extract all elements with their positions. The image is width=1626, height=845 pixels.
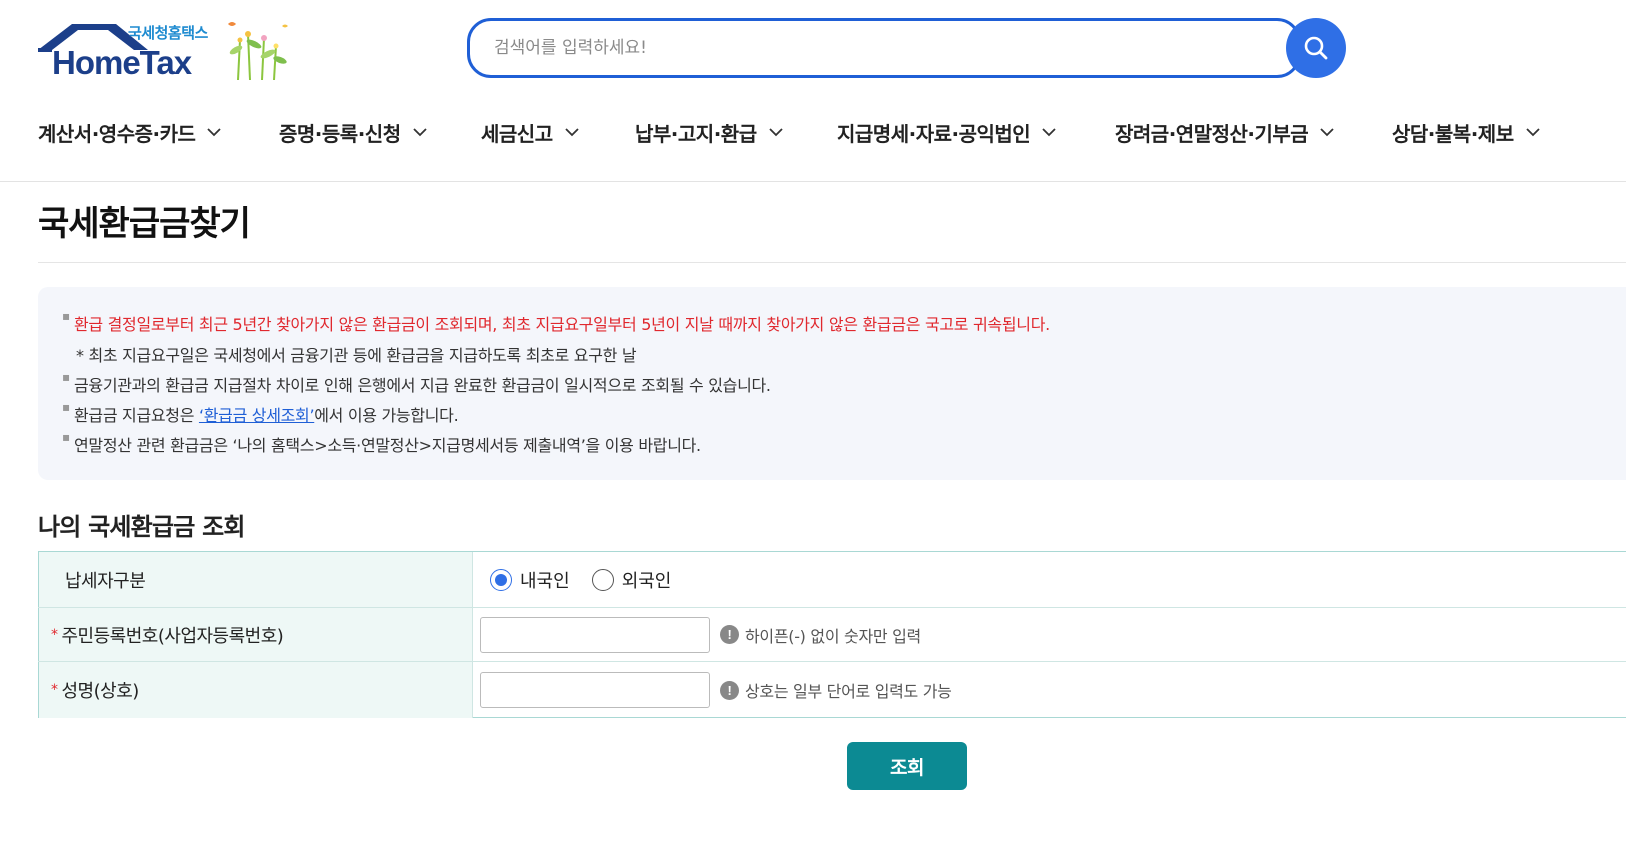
chevron-down-icon xyxy=(768,128,783,137)
radio-foreign-indicator[interactable] xyxy=(591,568,614,591)
radio-domestic-indicator[interactable] xyxy=(490,568,512,591)
info-icon: ! xyxy=(720,625,739,644)
notice-line-refund-request: ▪ 환급금 지급요청은 ‘환급금 상세조회’에서 이용 가능합니다. xyxy=(62,400,459,425)
notice-line-bank-delay: ▪ 금융기관과의 환급금 지급절차 차이로 인해 은행에서 지급 완료한 환급금… xyxy=(62,370,771,395)
search-box xyxy=(467,18,1301,78)
page-title: 국세환급금찾기 xyxy=(38,204,251,244)
notice-line-expiry: ▪ 환급 결정일로부터 최근 5년간 찾아가지 않은 환급금이 조회되며, 최초… xyxy=(62,309,1050,334)
section-title: 나의 국세환급금 조회 xyxy=(38,513,245,541)
search-input[interactable] xyxy=(470,21,1298,75)
search-icon xyxy=(1304,36,1328,60)
chevron-down-icon xyxy=(1042,128,1056,137)
search-button[interactable] xyxy=(1286,18,1346,78)
nav-item-invoice-receipt-card[interactable]: 계산서·영수증·카드 xyxy=(38,110,222,154)
nav-item-payment-statement[interactable]: 지급명세·자료·공익법인 xyxy=(837,110,1056,154)
form-row-registration-number: * 주민등록번호(사업자등록번호) ! 하이픈(-) 없이 숫자만 입력 xyxy=(38,608,1626,662)
nav-item-label: 증명·등록·신청 xyxy=(279,121,401,146)
chevron-down-icon xyxy=(1320,128,1334,137)
required-mark: * xyxy=(51,682,58,698)
plant-icon xyxy=(228,22,288,81)
nav-item-tax-report[interactable]: 세금신고 xyxy=(481,110,579,154)
chevron-down-icon xyxy=(412,128,427,137)
name-label: * 성명(상호) xyxy=(38,662,473,718)
nav-item-label: 납부·고지·환급 xyxy=(635,121,757,146)
nav-item-label: 장려금·연말정산·기부금 xyxy=(1115,121,1309,146)
info-icon: ! xyxy=(720,680,739,700)
logo-title: HomeTax xyxy=(52,44,192,81)
search-submit-button[interactable]: 조회 xyxy=(847,742,967,790)
registration-number-label: * 주민등록번호(사업자등록번호) xyxy=(38,608,473,661)
chevron-down-icon xyxy=(207,128,222,137)
refund-detail-link[interactable]: ‘환급금 상세조회’ xyxy=(199,406,315,425)
nav-item-certificate-registration[interactable]: 증명·등록·신청 xyxy=(279,110,427,154)
site-header: 국세청홈택스 HomeTax 계산서·영수증·카드 xyxy=(0,0,1626,182)
required-mark: * xyxy=(51,626,58,643)
radio-foreign[interactable]: 외국인 xyxy=(591,567,671,593)
taxpayer-type-label: 납세자구분 xyxy=(38,552,473,607)
hometax-logo[interactable]: 국세청홈택스 HomeTax xyxy=(38,18,298,84)
notice-line-year-end: ▪ 연말정산 관련 환급금은 ‘나의 홈택스>소득·연말정산>지급명세서등 제출… xyxy=(62,430,701,455)
nav-item-label: 상담·불복·제보 xyxy=(1392,121,1514,146)
notice-box: ▪ 환급 결정일로부터 최근 5년간 찾아가지 않은 환급금이 조회되며, 최초… xyxy=(38,287,1626,480)
nav-item-label: 지급명세·자료·공익법인 xyxy=(837,121,1031,146)
name-hint: ! 상호는 일부 단어로 입력도 가능 xyxy=(720,678,952,702)
registration-number-hint: ! 하이픈(-) 없이 숫자만 입력 xyxy=(720,623,921,647)
nav-item-consult-appeal[interactable]: 상담·불복·제보 xyxy=(1392,110,1540,154)
nav-item-label: 계산서·영수증·카드 xyxy=(38,121,196,146)
main-navigation: 계산서·영수증·카드 증명·등록·신청 세금신고 납부·고지·환급 지급명세·자… xyxy=(0,110,1626,154)
refund-search-form: 납세자구분 내국인 외국인 * 주민등록번호(사업자등록번호) ! 하이픈(-)… xyxy=(38,551,1626,718)
nav-item-label: 세금신고 xyxy=(481,121,553,146)
nav-item-incentive-year-end[interactable]: 장려금·연말정산·기부금 xyxy=(1115,110,1334,154)
form-row-taxpayer-type: 납세자구분 내국인 외국인 xyxy=(38,552,1626,608)
nav-item-payment-refund[interactable]: 납부·고지·환급 xyxy=(635,110,783,154)
chevron-down-icon xyxy=(1525,128,1540,137)
form-row-name: * 성명(상호) ! 상호는 일부 단어로 입력도 가능 xyxy=(38,662,1626,718)
registration-number-input[interactable] xyxy=(480,616,710,653)
chevron-down-icon xyxy=(564,128,579,137)
notice-line-first-request-note: * 최초 지급요구일은 국세청에서 금융기관 등에 환급금을 지급하도록 최초로… xyxy=(76,346,637,365)
logo-subtitle: 국세청홈택스 xyxy=(128,24,208,42)
name-input[interactable] xyxy=(480,672,710,708)
title-divider xyxy=(38,262,1626,263)
radio-domestic[interactable]: 내국인 xyxy=(490,567,570,593)
